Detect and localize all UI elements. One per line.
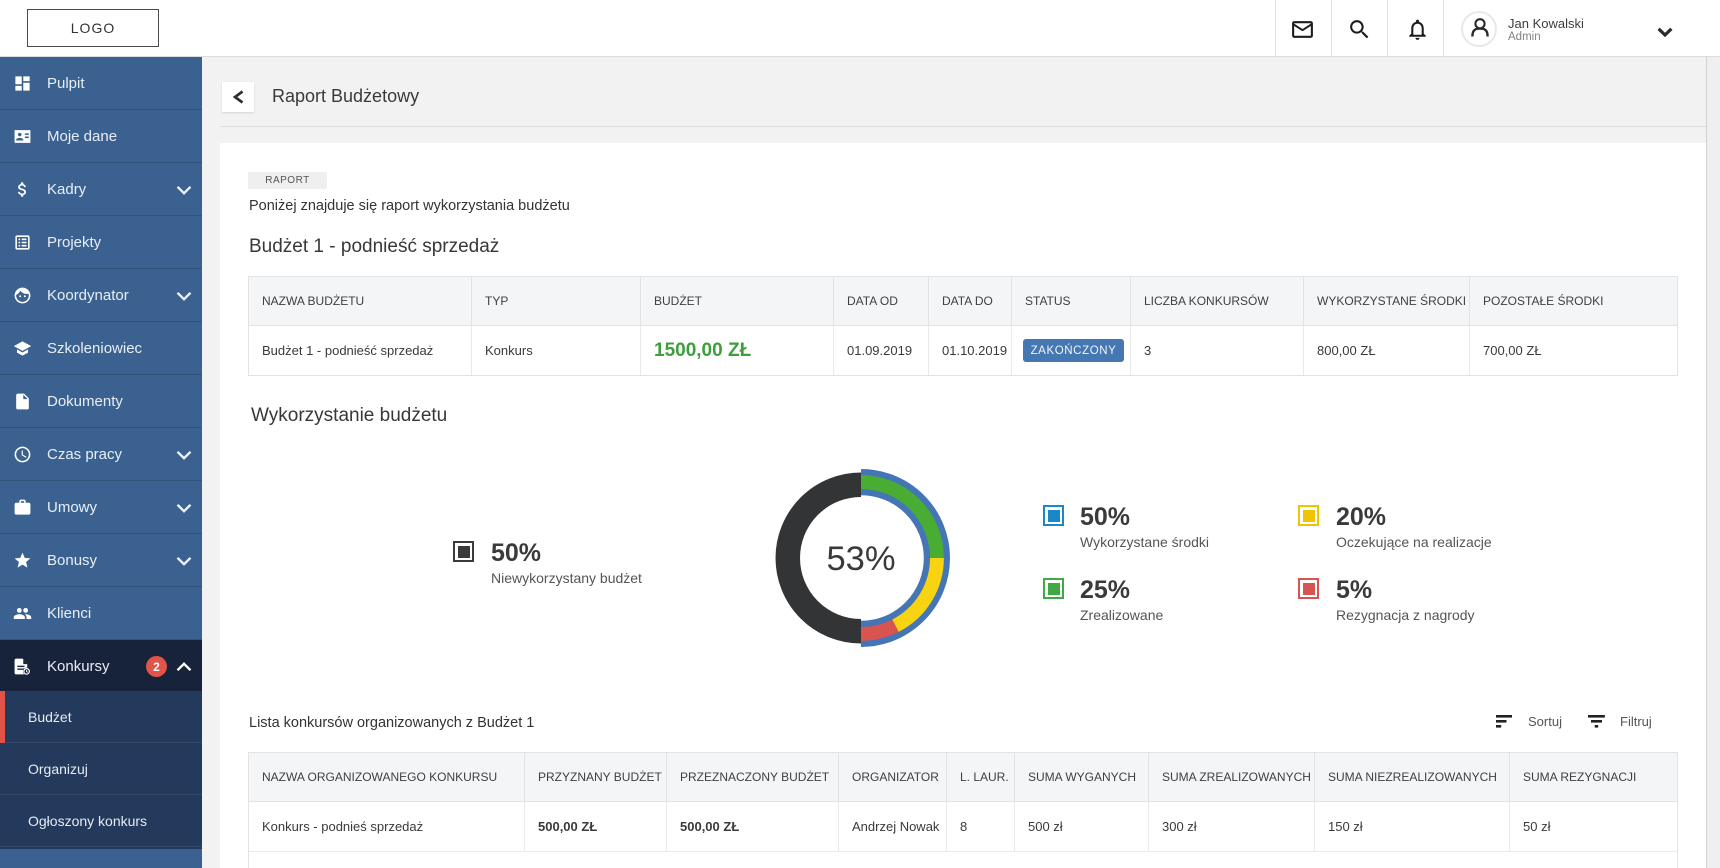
svg-text:53%: 53% [826,540,895,578]
